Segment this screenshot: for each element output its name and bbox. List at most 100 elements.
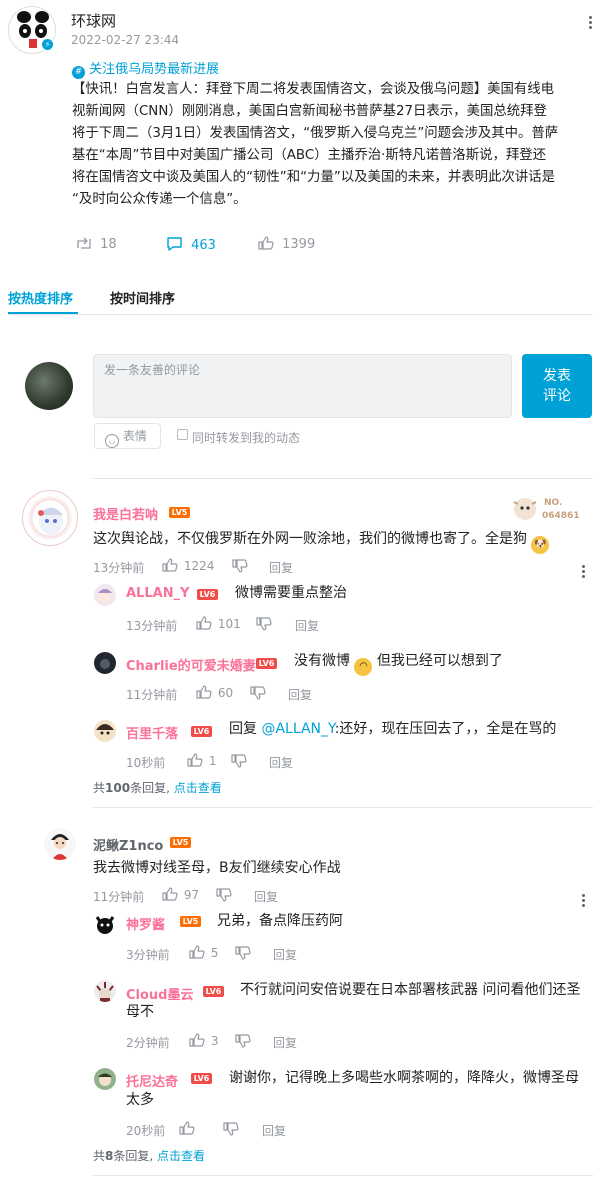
dislike-icon[interactable] (231, 754, 247, 768)
reply-avatar[interactable] (94, 913, 116, 935)
view-more-link[interactable]: 点击查看 (174, 781, 222, 795)
topic-label: 关注俄乌局势最新进展 (89, 62, 220, 77)
comment-more-icon[interactable] (581, 892, 585, 908)
fan-badge-icon (513, 498, 537, 520)
dislike-icon[interactable] (250, 686, 266, 700)
comment-text-content: 这次舆论战，不仅俄罗斯在外网一败涂地，我们的微博也寄了。全是狗 (93, 531, 527, 547)
comment-input[interactable]: 发一条友善的评论 (93, 354, 512, 418)
submit-label-1: 发表 (543, 368, 571, 384)
submit-comment-button[interactable]: 发表 评论 (522, 354, 592, 418)
comment-input-placeholder: 发一条友善的评论 (104, 363, 201, 377)
reply-button[interactable]: 回复 (269, 559, 293, 576)
reply-text-b: 但我已经可以想到了 (376, 653, 503, 669)
dislike-icon[interactable] (256, 617, 272, 631)
post-body-line: 视新闻网（CNN）刚刚消息，美国白宫新闻秘书普萨基27日表示，美国总统拜登 (72, 104, 547, 119)
level-badge: LV6 (197, 589, 218, 600)
reply-like-button[interactable]: 3 (189, 1033, 218, 1048)
reply-like-button[interactable]: 60 (196, 685, 233, 700)
reply-avatar[interactable] (94, 980, 116, 1002)
comment-avatar[interactable] (22, 490, 78, 546)
composer-divider (93, 478, 593, 479)
my-avatar (25, 362, 73, 410)
reply-button[interactable]: 回复 (254, 888, 278, 905)
forward-checkbox[interactable] (177, 429, 188, 440)
dislike-icon[interactable] (232, 559, 248, 573)
comment-like-count: 1224 (183, 559, 215, 573)
reply-prefix: 回复 (229, 721, 257, 737)
dislike-icon[interactable] (216, 888, 232, 902)
topic-icon: # (72, 66, 85, 79)
reply-like-button[interactable]: 101 (196, 616, 241, 631)
like-icon (187, 753, 203, 767)
dislike-icon[interactable] (235, 946, 251, 960)
reply-like-button[interactable]: 1 (187, 753, 216, 768)
reply-button[interactable]: 回复 (262, 1122, 286, 1139)
comment-like-button[interactable]: 97 (162, 887, 199, 902)
reply-time: 3分钟前 (126, 948, 170, 962)
tab-time[interactable]: 按时间排序 (110, 288, 175, 307)
reply-avatar[interactable] (94, 584, 116, 606)
reply-text-line: 不行就问问安倍说要在日本部署核武器 问问看他们还圣 (240, 982, 581, 998)
like-icon (189, 945, 205, 959)
like-button[interactable]: 1399 (258, 236, 315, 254)
emoji-button[interactable]: ◡ 表情 (94, 423, 161, 449)
comment-button[interactable]: 463 (166, 236, 216, 254)
reply-like-count: 101 (217, 617, 241, 631)
fan-badge-number: 064861 (542, 511, 580, 521)
reply-username[interactable]: Charlie的可爱未婚妻 (126, 655, 256, 674)
reply-text-a: 没有微博 (294, 653, 350, 669)
comment-username[interactable]: 我是白若呐 (93, 504, 158, 523)
reply-username[interactable]: 神罗酱 (126, 914, 165, 933)
comment-more-icon[interactable] (581, 563, 585, 579)
dislike-icon[interactable] (235, 1034, 251, 1048)
fan-badge: NO. 064861 (510, 494, 582, 524)
reply-text-line: 谢谢你，记得晚上多喝些水啊茶啊的，降降火，微博圣母 (229, 1070, 579, 1086)
reply-like-button[interactable] (179, 1121, 195, 1136)
reply-button[interactable]: 回复 (288, 686, 312, 703)
comment-like-count: 97 (183, 888, 200, 902)
like-icon (162, 558, 178, 572)
reply-avatar[interactable] (94, 720, 116, 742)
comment-divider (93, 807, 593, 808)
like-icon (196, 616, 212, 630)
view-more-link[interactable]: 点击查看 (157, 1149, 205, 1163)
comment-avatar[interactable] (44, 828, 76, 860)
tab-hot[interactable]: 按热度排序 (8, 288, 73, 307)
post-time: 2022-02-27 23:44 (71, 33, 180, 47)
comment-divider (93, 1175, 593, 1176)
reply-button[interactable]: 回复 (269, 754, 293, 771)
like-icon (196, 685, 212, 699)
like-icon (179, 1121, 195, 1135)
reply-button[interactable]: 回复 (295, 617, 319, 634)
reply-text: 谢谢你，记得晚上多喝些水啊茶啊的，降降火，微博圣母 太多 (126, 1067, 596, 1111)
reply-text-line: 母不 (126, 1004, 154, 1020)
reply-text: 兄弟，备点降压药阿 (217, 913, 343, 929)
reply-username[interactable]: 百里千落 (126, 723, 178, 742)
dislike-icon[interactable] (223, 1122, 239, 1136)
reply-like-button[interactable]: 5 (189, 945, 218, 960)
level-badge: LV5 (180, 916, 201, 927)
author-name[interactable]: 环球网 (71, 10, 116, 31)
reply-button[interactable]: 回复 (273, 1034, 297, 1051)
reply-avatar[interactable] (94, 652, 116, 674)
forward-label: 同时转发到我的动态 (192, 431, 301, 445)
reply-like-count: 3 (210, 1034, 219, 1048)
post-body-line: 将在国情咨文中谈及美国人的“韧性”和“力量”以及美国的未来，并表明此次讲话是 (72, 170, 556, 185)
comment-like-button[interactable]: 1224 (162, 558, 214, 573)
reply-button[interactable]: 回复 (273, 946, 297, 963)
reply-avatar[interactable] (94, 1068, 116, 1090)
view-more-replies: 共8条回复, 点击查看 (93, 1147, 205, 1164)
emoji-label: 表情 (122, 429, 147, 443)
comment-username[interactable]: 泥鳅Z1nco (93, 835, 163, 854)
repost-button[interactable]: 18 (76, 236, 117, 254)
reply-time: 11分钟前 (126, 688, 178, 702)
post-body-line: 【快讯！白宫发言人：拜登下周二将发表国情咨文，会谈及俄乌问题】美国有线电 (72, 82, 555, 97)
mention-link[interactable]: @ALLAN_Y (261, 721, 334, 737)
reply-time: 2分钟前 (126, 1036, 170, 1050)
reply-time: 13分钟前 (126, 619, 178, 633)
reply-username[interactable]: ALLAN_Y (126, 586, 189, 601)
like-icon (189, 1033, 205, 1047)
topic-link[interactable]: # 关注俄乌局势最新进展 (72, 58, 219, 79)
post-more-icon[interactable] (588, 14, 592, 30)
reply-text-content: :还好，现在压回去了，，全是在骂的 (334, 721, 557, 737)
